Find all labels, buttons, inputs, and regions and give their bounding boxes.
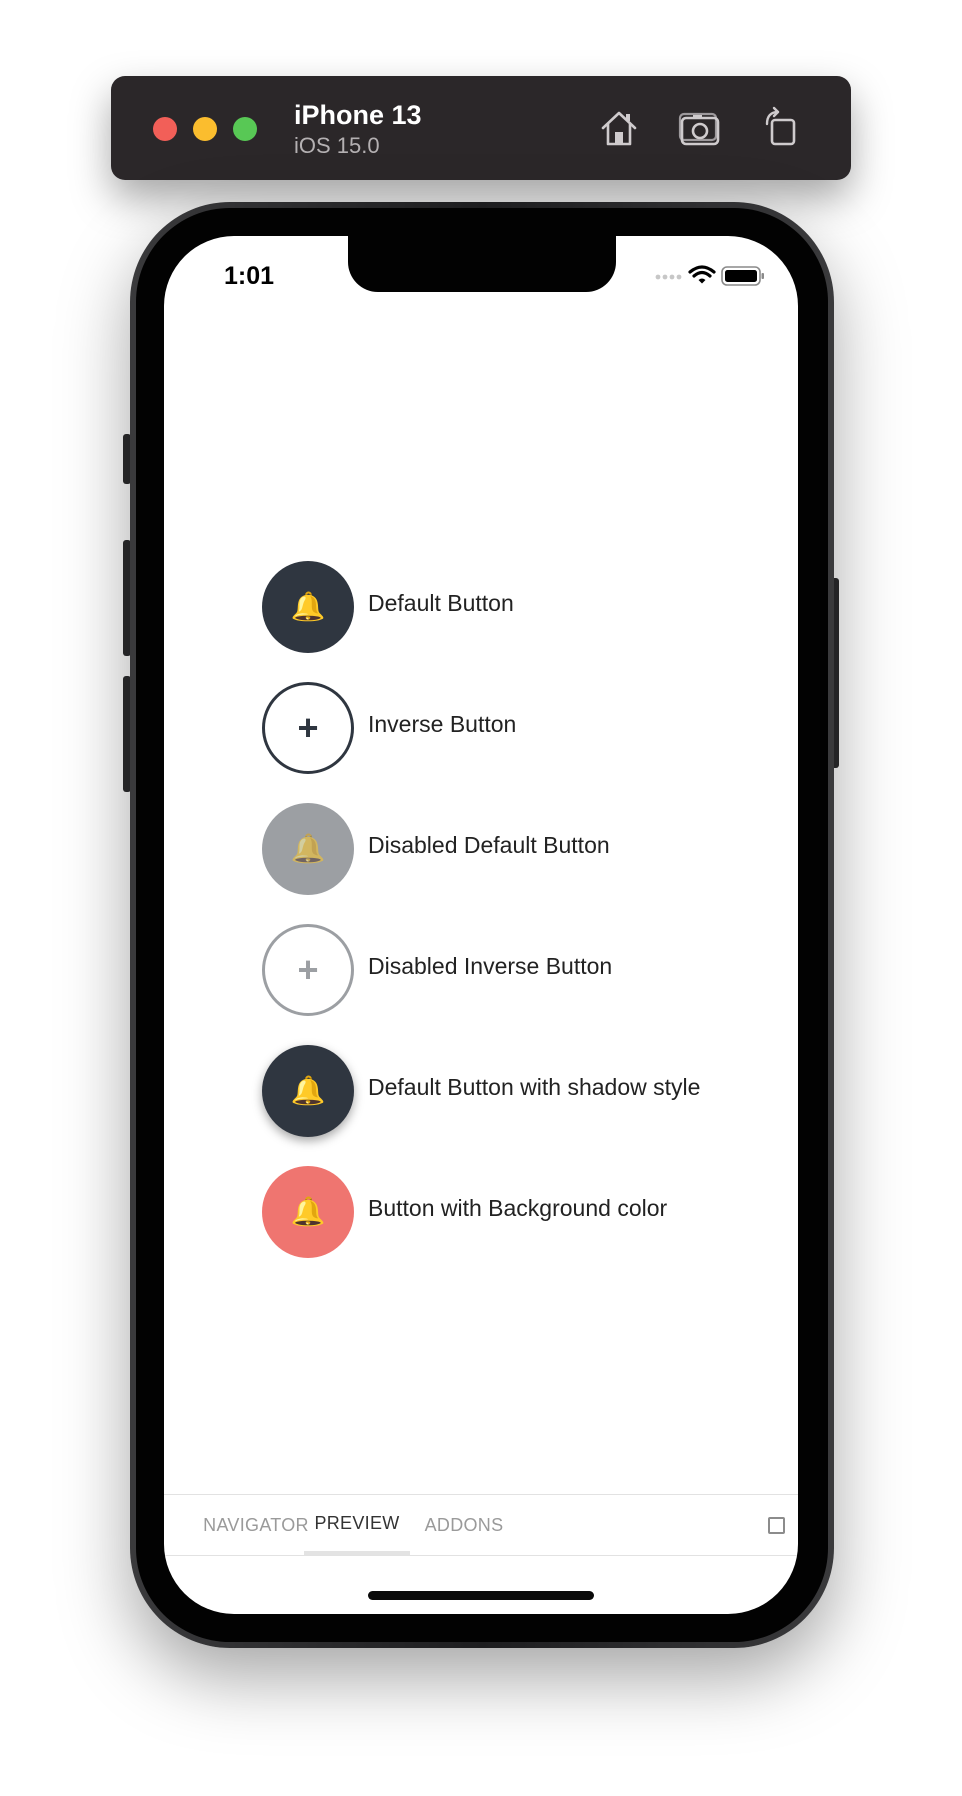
tab-preview[interactable]: PREVIEW (304, 1495, 410, 1555)
minimize-window-button[interactable] (193, 117, 217, 141)
rotate-button[interactable] (757, 104, 805, 152)
button-row-shadow: 🔔 Default Button with shadow style (262, 1045, 782, 1137)
toggle-square-icon[interactable] (768, 1517, 785, 1534)
button-row-disabled-default: 🔔 Disabled Default Button (262, 803, 782, 895)
button-label: Inverse Button (368, 711, 517, 737)
home-button[interactable] (595, 104, 643, 152)
notch (348, 236, 616, 292)
disabled-default-button[interactable]: 🔔 (262, 803, 354, 895)
button-label: Disabled Inverse Button (368, 953, 613, 979)
button-row-background-color: 🔔 Button with Background color (262, 1166, 782, 1258)
status-icons (654, 264, 774, 288)
button-label: Default Button (368, 590, 514, 616)
inverse-button[interactable]: + (262, 682, 354, 774)
battery-icon (721, 266, 764, 286)
button-label: Default Button with shadow style (368, 1074, 701, 1100)
wifi-icon (688, 265, 716, 284)
bell-icon: 🔔 (290, 591, 326, 622)
default-button[interactable]: 🔔 (262, 561, 354, 653)
zoom-window-button[interactable] (233, 117, 257, 141)
plus-icon: + (297, 707, 319, 748)
button-row-disabled-inverse: + Disabled Inverse Button (262, 924, 782, 1016)
status-time: 1:01 (224, 262, 275, 290)
os-version: iOS 15.0 (294, 133, 380, 158)
tab-addons[interactable]: ADDONS (414, 1495, 514, 1555)
storybook-tab-bar: NAVIGATOR PREVIEW ADDONS (164, 1494, 798, 1556)
bell-icon: 🔔 (290, 1196, 326, 1227)
button-row-inverse: + Inverse Button (262, 682, 782, 774)
phone-screen: 1:01 🔔 Default Button + Inverse Button 🔔… (164, 236, 798, 1614)
simulator-toolbar: iPhone 13 iOS 15.0 (111, 76, 851, 180)
button-label: Button with Background color (368, 1195, 668, 1221)
bell-icon: 🔔 (290, 1075, 326, 1106)
home-icon (601, 111, 637, 146)
shadow-style-button[interactable]: 🔔 (262, 1045, 354, 1137)
cellular-icon (655, 274, 682, 280)
plus-icon: + (297, 949, 319, 990)
screenshot-icon (678, 112, 720, 146)
rotate-icon (765, 106, 796, 146)
button-row-default: 🔔 Default Button (262, 561, 782, 653)
close-window-button[interactable] (153, 117, 177, 141)
background-color-button[interactable]: 🔔 (262, 1166, 354, 1258)
home-indicator[interactable] (368, 1591, 594, 1600)
bell-icon: 🔔 (290, 833, 326, 864)
disabled-inverse-button[interactable]: + (262, 924, 354, 1016)
screenshot-button[interactable] (676, 104, 724, 152)
device-name: iPhone 13 (294, 100, 422, 130)
button-label: Disabled Default Button (368, 832, 610, 858)
